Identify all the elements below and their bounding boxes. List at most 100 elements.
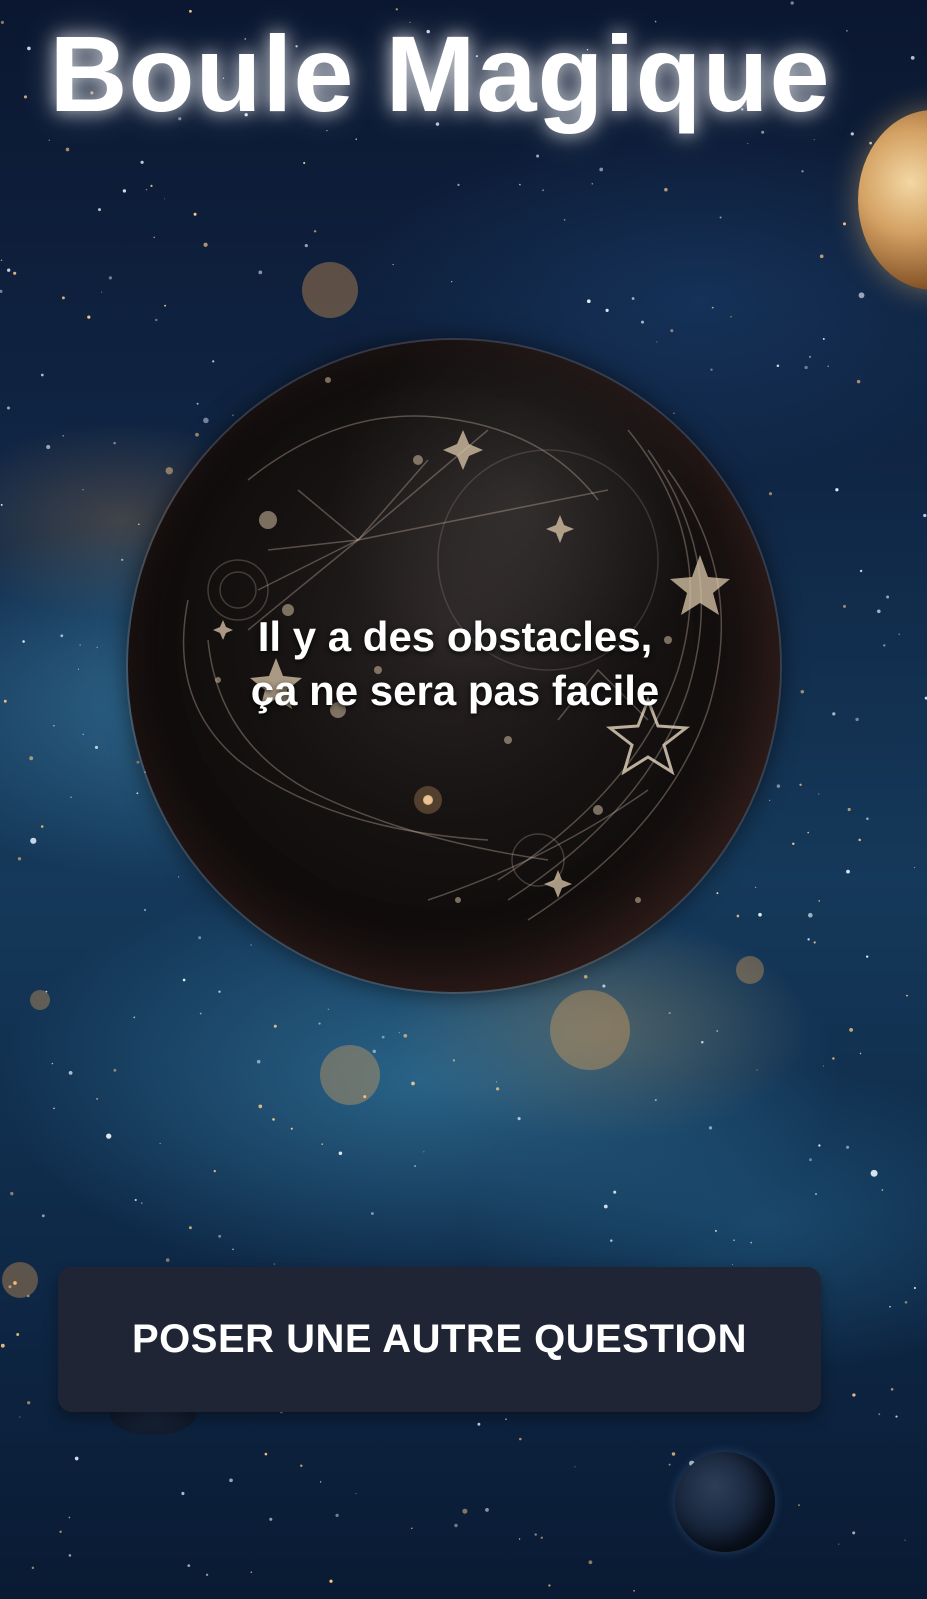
star-dot — [668, 1012, 671, 1015]
star-dot — [113, 1068, 117, 1072]
star-dot — [495, 1081, 498, 1083]
star-dot — [0, 289, 3, 293]
star-dot — [40, 825, 44, 828]
star-dot — [68, 1516, 71, 1519]
star-dot — [164, 198, 166, 200]
star-dot — [213, 1169, 216, 1173]
star-dot — [355, 1493, 357, 1495]
star-dot — [798, 1504, 800, 1506]
star-dot — [153, 236, 155, 239]
answer-line-1: Il y a des obstacles, — [257, 613, 653, 660]
nebula-glow — [2, 1262, 38, 1298]
star-dot — [113, 441, 116, 445]
star-dot — [98, 208, 101, 212]
star-dot — [540, 1536, 543, 1539]
star-dot — [165, 1258, 170, 1262]
star-dot — [462, 1508, 468, 1514]
star-dot — [668, 1463, 671, 1466]
star-dot — [29, 756, 34, 761]
star-dot — [730, 316, 732, 318]
star-dot — [822, 337, 825, 340]
star-dot — [890, 1388, 894, 1391]
star-dot — [563, 219, 566, 221]
star-dot — [822, 1065, 824, 1067]
star-dot — [599, 167, 604, 172]
star-dot — [27, 1401, 31, 1405]
star-dot — [22, 640, 25, 643]
star-dot — [898, 633, 900, 635]
app-title: Boule Magique — [49, 13, 831, 134]
star-dot — [19, 1416, 21, 1418]
star-dot — [756, 1069, 758, 1071]
star-dot — [819, 254, 824, 259]
star-dot — [843, 222, 846, 226]
star-dot — [603, 1204, 608, 1209]
star-dot — [708, 1126, 713, 1130]
star-dot — [87, 315, 91, 319]
star-dot — [392, 264, 394, 266]
star-dot — [30, 837, 37, 844]
star-dot — [79, 644, 81, 646]
star-dot — [264, 1452, 268, 1456]
star-dot — [258, 1104, 263, 1109]
star-dot — [832, 712, 836, 716]
star-dot — [370, 1212, 374, 1215]
star-dot — [53, 1107, 55, 1110]
planet-bottom-image — [675, 1452, 775, 1552]
star-dot — [605, 308, 609, 312]
star-dot — [852, 1393, 856, 1397]
star-dot — [205, 1573, 209, 1576]
star-dot — [321, 1143, 323, 1145]
star-dot — [199, 1012, 202, 1015]
star-dot — [300, 1464, 303, 1468]
star-dot — [411, 1527, 413, 1529]
star-dot — [542, 189, 545, 192]
star-dot — [701, 1040, 704, 1044]
star-dot — [53, 725, 55, 727]
star-dot — [273, 1263, 276, 1265]
star-dot — [855, 717, 859, 722]
star-dot — [60, 634, 64, 638]
star-dot — [664, 187, 668, 192]
star-dot — [485, 1508, 489, 1512]
star-dot — [329, 1579, 333, 1583]
star-dot — [372, 1049, 377, 1054]
star-dot — [7, 406, 10, 410]
star-dot — [847, 807, 851, 812]
star-dot — [258, 270, 263, 275]
star-dot — [913, 867, 915, 869]
star-dot — [0, 1343, 5, 1348]
star-dot — [870, 1169, 878, 1177]
star-dot — [150, 184, 153, 187]
star-dot — [818, 793, 820, 795]
star-dot — [904, 1539, 906, 1541]
star-dot — [846, 1145, 850, 1149]
star-dot — [7, 268, 11, 272]
star-dot — [290, 1127, 293, 1130]
star-dot — [716, 1030, 719, 1032]
star-dot — [40, 373, 44, 377]
star-dot — [495, 1087, 500, 1091]
star-dot — [859, 569, 863, 573]
star-dot — [457, 183, 460, 187]
ask-another-question-button[interactable]: POSER UNE AUTRE QUESTION — [58, 1267, 821, 1412]
star-dot — [423, 1151, 425, 1153]
star-dot — [610, 1239, 613, 1242]
star-dot — [807, 938, 810, 941]
star-dot — [807, 831, 809, 834]
star-dot — [818, 1144, 821, 1147]
star-dot — [59, 1530, 62, 1533]
star-dot — [395, 8, 398, 11]
star-dot — [68, 1554, 72, 1557]
star-dot — [303, 161, 306, 165]
star-dot — [188, 1226, 192, 1230]
star-dot — [858, 838, 861, 842]
star-dot — [670, 329, 674, 333]
star-dot — [813, 941, 816, 944]
star-dot — [883, 644, 886, 647]
star-dot — [654, 1099, 657, 1102]
star-dot — [813, 139, 815, 141]
star-dot — [187, 1564, 191, 1567]
star-dot — [804, 365, 808, 370]
star-dot — [815, 1193, 817, 1195]
